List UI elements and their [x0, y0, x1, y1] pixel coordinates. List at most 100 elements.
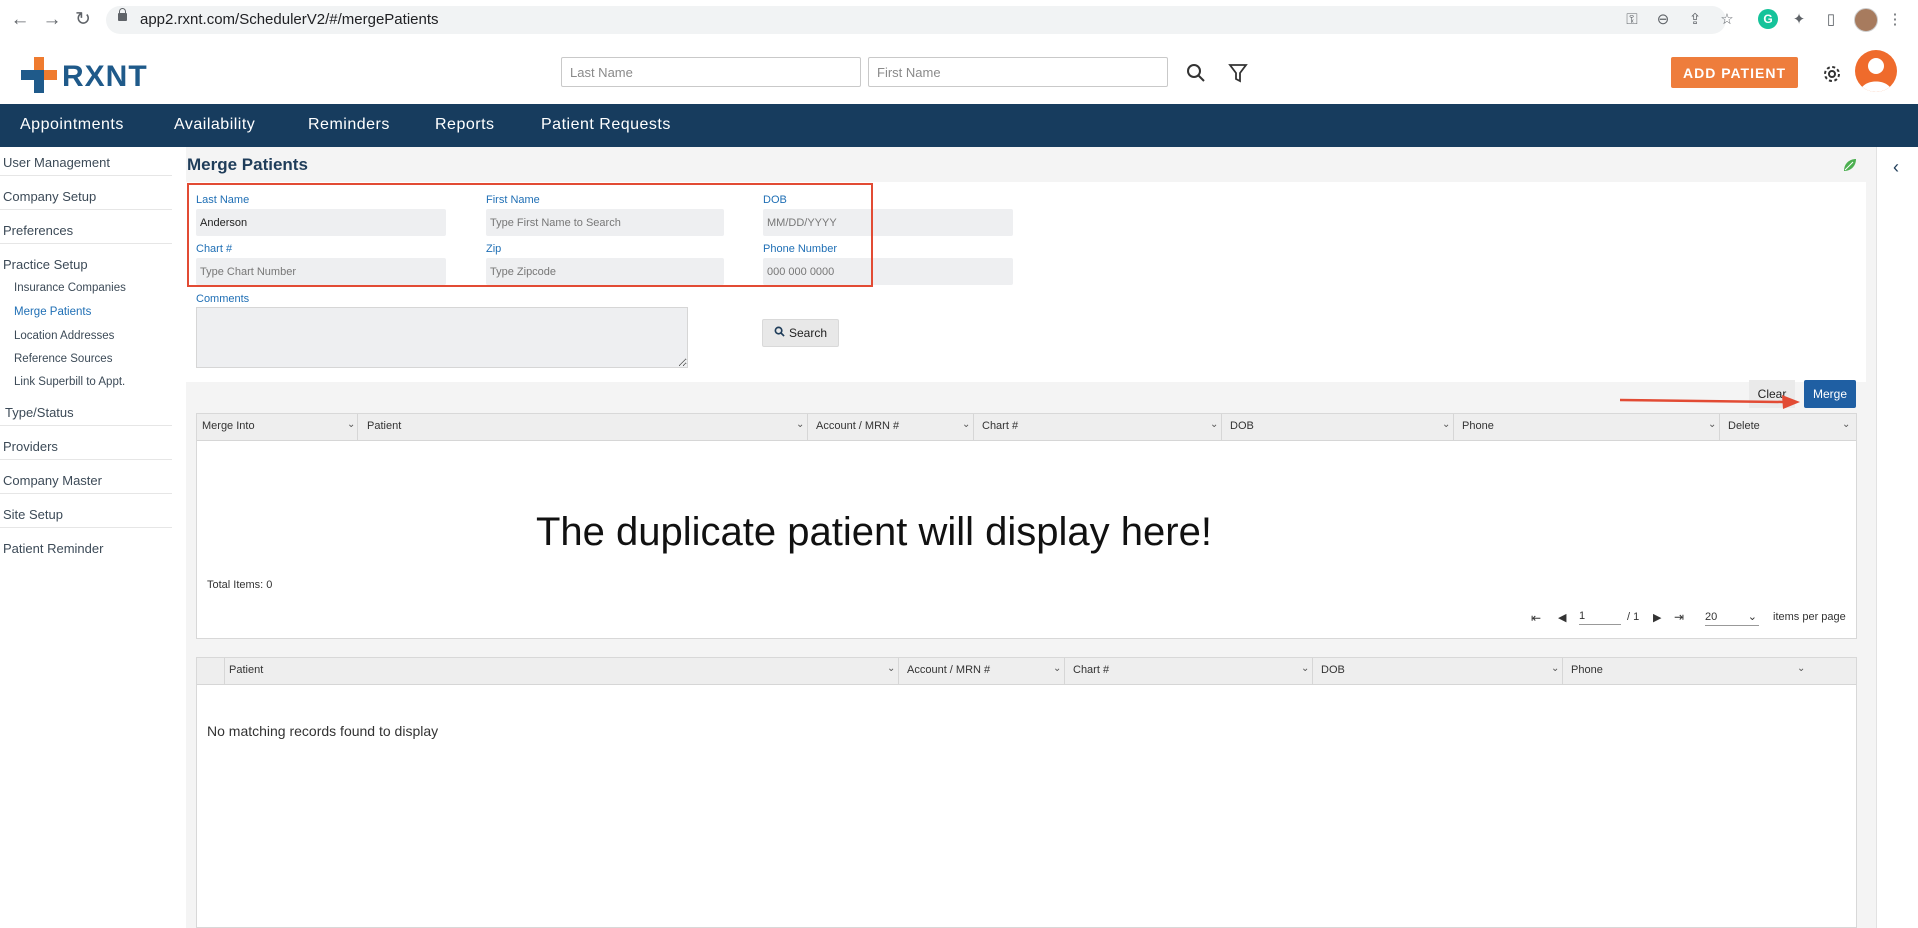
chart-number-label: Chart # — [196, 243, 233, 255]
comments-textarea[interactable] — [196, 307, 688, 368]
leaf-icon[interactable] — [1842, 157, 1858, 173]
chevron-down-icon[interactable]: ⌄ — [1797, 663, 1805, 674]
divider — [0, 425, 172, 426]
nav-reports[interactable]: Reports — [435, 116, 495, 134]
sidebar-item-type-status[interactable]: Type/Status — [5, 405, 74, 420]
nav-availability[interactable]: Availability — [174, 116, 255, 134]
chevron-down-icon[interactable]: ⌄ — [1442, 419, 1450, 430]
column-header-account-mrn[interactable]: Account / MRN # — [816, 420, 899, 432]
column-separator — [1221, 414, 1222, 440]
chevron-down-icon[interactable]: ⌄ — [1053, 663, 1061, 674]
share-icon[interactable]: ⇪ — [1684, 9, 1706, 31]
chevron-down-icon[interactable]: ⌄ — [1210, 419, 1218, 430]
last-name-input[interactable] — [196, 209, 446, 236]
sidebar-item-patient-reminder[interactable]: Patient Reminder — [3, 541, 103, 556]
forward-arrow-icon[interactable]: → — [40, 8, 64, 32]
rxnt-logo-icon[interactable] — [21, 57, 57, 93]
grammarly-extension-icon[interactable]: G — [1758, 9, 1778, 29]
column-separator — [357, 414, 358, 440]
column-header-patient[interactable]: Patient — [229, 664, 263, 676]
chevron-down-icon[interactable]: ⌄ — [962, 419, 970, 430]
sidebar-item-practice-setup[interactable]: Practice Setup — [3, 257, 88, 272]
column-separator — [898, 658, 899, 684]
column-header-chart[interactable]: Chart # — [1073, 664, 1109, 676]
zip-input[interactable] — [486, 258, 724, 285]
chevron-down-icon[interactable]: ⌄ — [1301, 663, 1309, 674]
kebab-menu-icon[interactable]: ⋮ — [1884, 9, 1906, 31]
dob-input[interactable] — [763, 209, 1013, 236]
user-avatar[interactable] — [1855, 50, 1897, 92]
chevron-down-icon[interactable]: ⌄ — [887, 663, 895, 674]
column-header-merge-into[interactable]: Merge Into — [202, 420, 255, 432]
header-first-name-input[interactable] — [868, 57, 1168, 87]
collapse-chevron-left-icon[interactable]: ‹ — [1893, 157, 1899, 178]
divider — [0, 175, 172, 176]
chevron-down-icon[interactable]: ⌄ — [1842, 419, 1850, 430]
last-name-label: Last Name — [196, 194, 250, 206]
nav-patient-requests[interactable]: Patient Requests — [541, 116, 671, 134]
sidebar-item-company-setup[interactable]: Company Setup — [3, 189, 96, 204]
sidebar-sub-merge-patients[interactable]: Merge Patients — [14, 306, 91, 318]
back-arrow-icon[interactable]: ← — [8, 8, 32, 32]
sidebar-sub-location-addresses[interactable]: Location Addresses — [14, 330, 114, 342]
first-page-icon[interactable]: ⇤ — [1531, 611, 1541, 625]
column-separator — [1562, 658, 1563, 684]
header-last-name-input[interactable] — [561, 57, 861, 87]
sidebar-item-preferences[interactable]: Preferences — [3, 223, 73, 238]
sidebar-item-company-master[interactable]: Company Master — [3, 473, 102, 488]
column-header-phone[interactable]: Phone — [1462, 420, 1494, 432]
prev-page-icon[interactable]: ◀ — [1558, 611, 1566, 624]
column-header-chart[interactable]: Chart # — [982, 420, 1018, 432]
divider — [0, 243, 172, 244]
zoom-icon[interactable]: ⊖ — [1652, 9, 1674, 31]
key-icon[interactable]: ⚿ — [1621, 9, 1643, 31]
reload-icon[interactable]: ↻ — [71, 8, 95, 32]
chevron-down-icon[interactable]: ⌄ — [796, 419, 804, 430]
column-header-patient[interactable]: Patient — [367, 420, 401, 432]
first-name-input[interactable] — [486, 209, 724, 236]
chevron-down-icon[interactable]: ⌄ — [1708, 419, 1716, 430]
gear-icon[interactable] — [1820, 62, 1844, 86]
column-header-phone[interactable]: Phone — [1571, 664, 1603, 676]
sidebar-item-site-setup[interactable]: Site Setup — [3, 507, 63, 522]
phone-number-input[interactable] — [763, 258, 1013, 285]
nav-reminders[interactable]: Reminders — [308, 116, 390, 134]
sidebar-item-user-management[interactable]: User Management — [3, 155, 110, 170]
empty-results-message: No matching records found to display — [207, 723, 439, 739]
sidebar-sub-link-superbill[interactable]: Link Superbill to Appt. — [14, 376, 125, 388]
filter-icon[interactable] — [1226, 61, 1250, 85]
side-panel-icon[interactable]: ▯ — [1820, 9, 1842, 31]
annotation-arrow-icon — [1619, 395, 1800, 409]
sidebar-item-providers[interactable]: Providers — [3, 439, 58, 454]
column-header-dob[interactable]: DOB — [1230, 420, 1254, 432]
add-patient-button[interactable]: ADD PATIENT — [1671, 57, 1798, 88]
results-grid-header: Patient ⌄ Account / MRN # ⌄ Chart # ⌄ DO… — [197, 658, 1856, 685]
column-header-delete[interactable]: Delete — [1728, 420, 1760, 432]
last-page-icon[interactable]: ⇥ — [1674, 610, 1684, 624]
sidebar-sub-insurance-companies[interactable]: Insurance Companies — [14, 282, 126, 294]
browser-profile-avatar[interactable] — [1854, 8, 1878, 32]
page-number-input[interactable]: 1 — [1579, 610, 1621, 625]
chart-number-input[interactable] — [196, 258, 446, 285]
divider — [0, 209, 172, 210]
results-grid: Patient ⌄ Account / MRN # ⌄ Chart # ⌄ DO… — [196, 657, 1857, 928]
total-items-text: Total Items: 0 — [207, 579, 273, 591]
column-separator — [1312, 658, 1313, 684]
column-separator — [1453, 414, 1454, 440]
search-icon[interactable] — [1184, 61, 1208, 85]
sidebar-sub-reference-sources[interactable]: Reference Sources — [14, 353, 112, 365]
nav-appointments[interactable]: Appointments — [20, 116, 124, 134]
chevron-down-icon[interactable]: ⌄ — [1551, 663, 1559, 674]
bookmark-star-icon[interactable]: ☆ — [1716, 9, 1738, 31]
column-header-dob[interactable]: DOB — [1321, 664, 1345, 676]
page-size-select[interactable]: 20 ⌄ — [1705, 611, 1759, 626]
column-header-account-mrn[interactable]: Account / MRN # — [907, 664, 990, 676]
url-text: app2.rxnt.com/SchedulerV2/#/mergePatient… — [140, 11, 439, 28]
merge-button[interactable]: Merge — [1804, 380, 1856, 408]
zip-label: Zip — [486, 243, 502, 255]
address-bar[interactable]: app2.rxnt.com/SchedulerV2/#/mergePatient… — [106, 6, 1726, 34]
next-page-icon[interactable]: ▶ — [1653, 611, 1661, 624]
extensions-puzzle-icon[interactable]: ✦ — [1788, 9, 1810, 31]
chevron-down-icon[interactable]: ⌄ — [347, 419, 355, 430]
search-button[interactable]: Search — [762, 319, 839, 347]
